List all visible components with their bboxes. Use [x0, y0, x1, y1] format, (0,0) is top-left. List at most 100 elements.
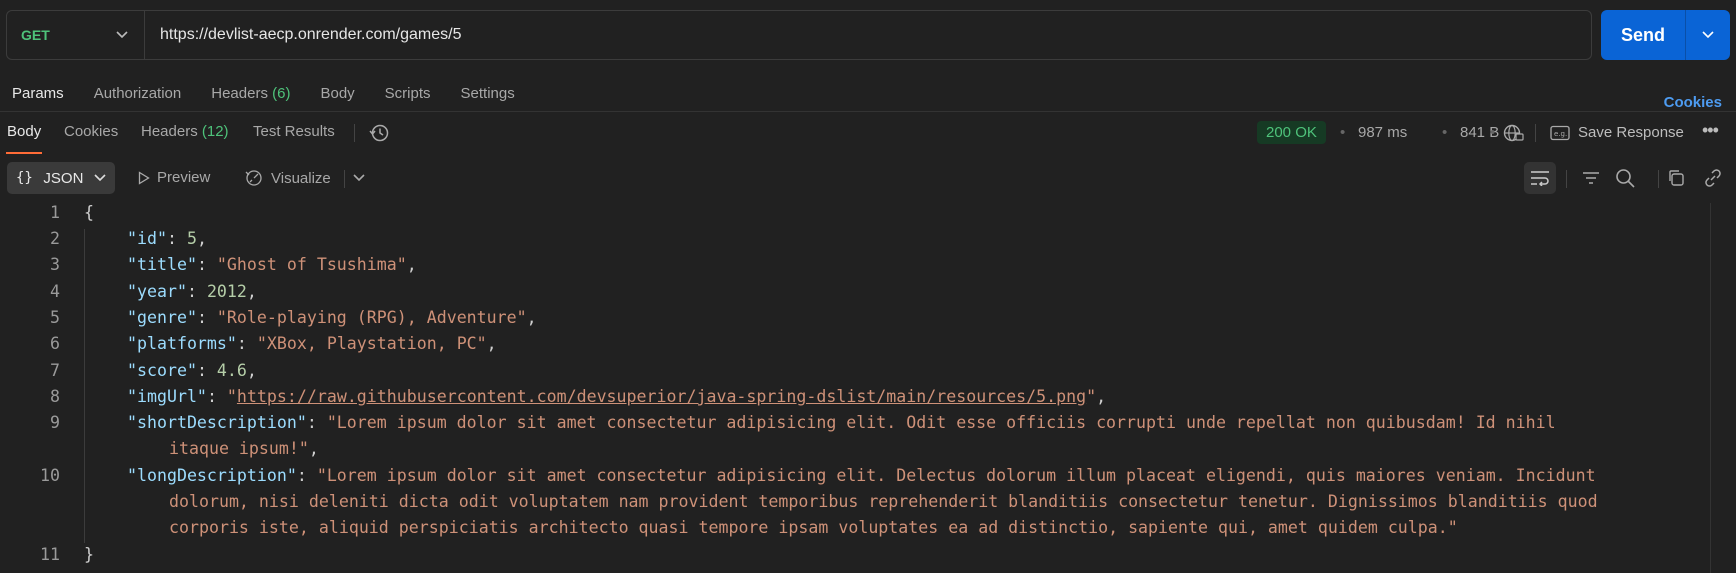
- wrap-icon: [1531, 171, 1549, 186]
- response-tab-test-results[interactable]: Test Results: [253, 123, 335, 140]
- link-icon: [1705, 169, 1721, 187]
- cookies-link[interactable]: Cookies: [1664, 94, 1722, 111]
- code-line: "longDescription": "Lorem ipsum dolor si…: [127, 466, 1596, 485]
- filter-button[interactable]: [1575, 162, 1607, 194]
- line-number: 5: [50, 308, 60, 327]
- line-number: 2: [50, 229, 60, 248]
- send-options-button[interactable]: [1685, 10, 1730, 60]
- code-line: "title": "Ghost of Tsushima",: [127, 255, 417, 274]
- line-number: 7: [50, 361, 60, 380]
- code-line: }: [84, 545, 94, 564]
- braces-icon: {}: [16, 170, 33, 186]
- more-options-icon[interactable]: •••: [1702, 120, 1719, 141]
- json-value-long-description-end: corporis iste, aliquid perspiciatis arch…: [169, 518, 1458, 537]
- divider: [1658, 170, 1659, 188]
- tab-settings[interactable]: Settings: [461, 72, 515, 111]
- search-button[interactable]: [1609, 162, 1641, 194]
- json-value-platforms: "XBox, Playstation, PC": [256, 334, 487, 353]
- play-icon: [138, 170, 150, 185]
- tab-authorization[interactable]: Authorization: [94, 72, 182, 111]
- tab-headers-label: Headers: [211, 85, 268, 102]
- response-tab-body[interactable]: Body: [7, 123, 41, 140]
- tab-body[interactable]: Body: [320, 72, 354, 111]
- response-bar: Body Cookies Headers (12) Test Results 2…: [0, 112, 1736, 154]
- active-tab-indicator: [6, 152, 42, 154]
- json-value-year: 2012: [206, 282, 247, 301]
- tab-headers[interactable]: Headers (6): [211, 72, 290, 111]
- line-number: 10: [40, 466, 60, 485]
- code-line: "genre": "Role-playing (RPG), Adventure"…: [127, 308, 537, 327]
- visualize-icon: [245, 170, 262, 186]
- method-select[interactable]: GET: [7, 11, 145, 59]
- preview-button[interactable]: Preview: [138, 169, 210, 186]
- response-tab-cookies[interactable]: Cookies: [64, 123, 118, 140]
- separator-dot: •: [1490, 124, 1496, 141]
- json-value-id: 5: [186, 229, 197, 248]
- json-value-genre: "Role-playing (RPG), Adventure": [216, 308, 527, 327]
- format-select[interactable]: {} JSON: [7, 162, 115, 194]
- link-button[interactable]: [1697, 162, 1729, 194]
- send-button-group: Send: [1601, 10, 1730, 60]
- code-line: "id": 5,: [127, 229, 207, 248]
- filter-icon: [1583, 172, 1599, 184]
- response-tab-headers-label: Headers: [141, 123, 198, 140]
- line-number: 8: [50, 387, 60, 406]
- divider: [354, 124, 355, 142]
- line-number: 1: [50, 203, 60, 222]
- copy-icon: [1669, 170, 1684, 186]
- json-value-long-description: "Lorem ipsum dolor sit amet consectetur …: [316, 466, 1596, 485]
- url-input[interactable]: https://devlist-aecp.onrender.com/games/…: [145, 26, 462, 44]
- chevron-down-icon: [1702, 31, 1714, 39]
- format-label: JSON: [43, 169, 84, 187]
- line-number: 6: [50, 334, 60, 353]
- viewer-toolbar: {} JSON Preview Visualize: [0, 162, 1736, 196]
- tab-params[interactable]: Params: [12, 72, 64, 111]
- line-number: 4: [50, 282, 60, 301]
- divider: [344, 170, 345, 188]
- divider: [1535, 124, 1536, 142]
- method-label: GET: [21, 27, 50, 43]
- json-value-score: 4.6: [216, 361, 247, 380]
- line-number: 9: [50, 413, 60, 432]
- search-icon: [1616, 169, 1635, 188]
- separator-dot: •: [1340, 124, 1346, 141]
- chevron-down-icon: [94, 174, 106, 182]
- response-time: 987 ms: [1358, 124, 1408, 141]
- visualize-label: Visualize: [271, 169, 331, 187]
- code-line: "score": 4.6,: [127, 361, 257, 380]
- line-number: 3: [50, 255, 60, 274]
- code-line-wrap: itaque ipsum!",: [169, 439, 319, 458]
- history-icon[interactable]: [368, 123, 390, 143]
- visualize-button[interactable]: Visualize: [244, 169, 331, 187]
- divider: [1566, 170, 1567, 188]
- tab-scripts[interactable]: Scripts: [385, 72, 431, 111]
- chevron-down-icon[interactable]: [353, 174, 365, 182]
- json-value-imgurl-link[interactable]: https://raw.githubusercontent.com/devsup…: [237, 387, 1086, 406]
- separator-dot: •: [1442, 124, 1448, 141]
- word-wrap-toggle[interactable]: [1524, 162, 1556, 194]
- code-line: "imgUrl": "https://raw.githubusercontent…: [127, 387, 1107, 406]
- save-response-button[interactable]: e.g. Save Response: [1550, 124, 1684, 141]
- code-line: "year": 2012,: [127, 282, 257, 301]
- response-tab-headers-count: (12): [201, 123, 229, 140]
- code-line: "shortDescription": "Lorem ipsum dolor s…: [127, 413, 1556, 432]
- copy-button[interactable]: [1660, 162, 1692, 194]
- scrollbar[interactable]: [1710, 203, 1711, 573]
- chevron-down-icon: [116, 31, 128, 39]
- status-badge: 200 OK: [1257, 121, 1326, 144]
- save-response-label: Save Response: [1578, 124, 1684, 141]
- line-number: 11: [40, 545, 60, 564]
- code-line: {: [84, 203, 94, 222]
- tab-headers-count: (6): [272, 85, 291, 102]
- globe-lock-icon[interactable]: [1503, 123, 1525, 143]
- svg-text:e.g.: e.g.: [1554, 130, 1567, 138]
- preview-label: Preview: [157, 169, 211, 186]
- code-line-wrap: corporis iste, aliquid perspiciatis arch…: [169, 518, 1458, 537]
- send-button[interactable]: Send: [1601, 10, 1685, 60]
- json-value-long-description-cont: dolorum, nisi deleniti dicta odit volupt…: [169, 492, 1598, 511]
- save-example-icon: e.g.: [1550, 125, 1570, 140]
- json-value-title: "Ghost of Tsushima": [216, 255, 407, 274]
- request-url-bar: GET https://devlist-aecp.onrender.com/ga…: [6, 10, 1592, 60]
- json-value-short-description-cont: itaque ipsum!": [169, 439, 309, 458]
- response-tab-headers[interactable]: Headers (12): [141, 123, 229, 140]
